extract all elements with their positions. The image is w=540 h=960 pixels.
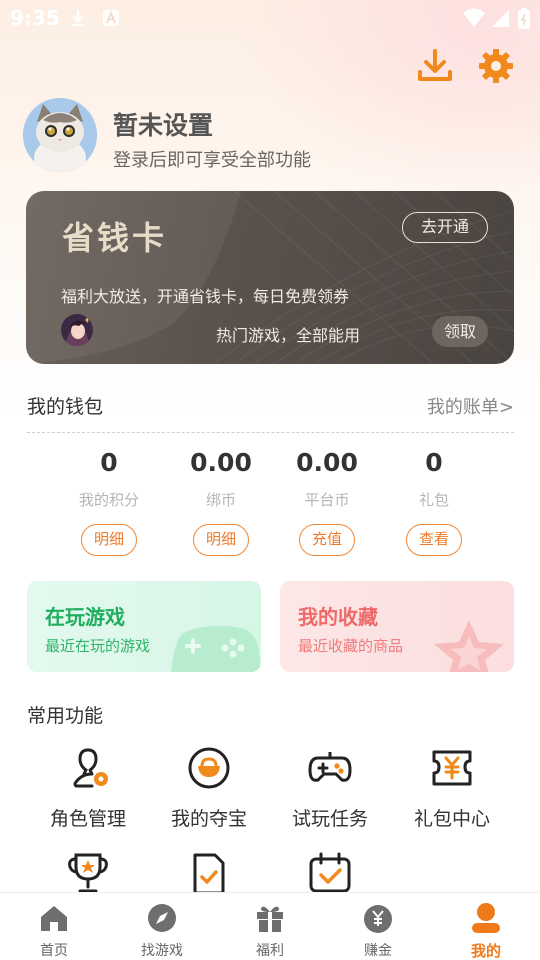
function-gift-center[interactable]: 礼包中心	[392, 746, 512, 831]
wallet-points: 0 我的积分 明细	[54, 448, 164, 556]
gamepad-icon	[308, 752, 352, 782]
wallet-label: 绑币	[205, 491, 236, 509]
wallet-title: 我的钱包	[27, 396, 104, 418]
wallet-bound-coins: 0.00 绑币 明细	[166, 448, 276, 556]
playing-games-card[interactable]: 在玩游戏 最近在玩的游戏	[27, 581, 261, 672]
favorites-title: 我的收藏	[298, 605, 378, 629]
home-icon	[41, 906, 67, 931]
wallet-value: 0	[100, 448, 118, 477]
download-icon[interactable]	[415, 46, 455, 86]
card-hot-text: 热门游戏，全部能用	[216, 326, 361, 345]
ticket-icon	[432, 750, 472, 786]
wallet-label: 平台币	[304, 491, 350, 509]
function-label: 礼包中心	[413, 808, 490, 830]
game-character-icon	[61, 314, 93, 346]
wallet-label: 礼包	[418, 491, 449, 509]
user-icon	[472, 903, 500, 933]
bottom-nav: 首页 找游戏 福利 赚金 我的	[0, 892, 540, 960]
role-icon	[73, 748, 108, 788]
claim-button[interactable]: 领取	[432, 316, 488, 347]
nav-label: 赚金	[364, 943, 392, 959]
profile-name[interactable]: 暂未设置	[113, 106, 213, 142]
star-decoration-icon	[434, 620, 504, 672]
wallet-divider	[27, 432, 514, 433]
wifi-icon	[463, 8, 485, 27]
wallet-value: 0.00	[296, 448, 358, 477]
wallet-platform-coins: 0.00 平台币 充值	[272, 448, 382, 556]
playing-title: 在玩游戏	[45, 605, 125, 629]
recharge-button[interactable]: 充值	[299, 524, 355, 556]
document-check-icon	[193, 853, 225, 895]
gift-icon	[257, 906, 283, 932]
nav-welfare[interactable]: 福利	[216, 893, 324, 960]
function-my-treasure[interactable]: 我的夺宝	[149, 746, 269, 831]
playing-subtitle: 最近在玩的游戏	[45, 637, 151, 655]
function-label: 试玩任务	[291, 808, 368, 830]
nav-label: 首页	[40, 943, 68, 959]
favorites-subtitle: 最近收藏的商品	[298, 637, 404, 655]
wallet-label: 我的积分	[78, 491, 139, 509]
nav-mine[interactable]: 我的	[432, 893, 540, 960]
favorites-card[interactable]: 我的收藏 最近收藏的商品	[280, 581, 514, 672]
battery-icon	[518, 8, 530, 29]
trophy-icon	[68, 853, 108, 893]
function-label: 角色管理	[49, 808, 126, 830]
function-trial-tasks[interactable]: 试玩任务	[270, 746, 390, 831]
wallet-value: 0.00	[190, 448, 252, 477]
text-status-icon	[103, 10, 119, 26]
nav-find-games[interactable]: 找游戏	[108, 893, 216, 960]
functions-title: 常用功能	[27, 705, 104, 727]
game-avatar	[61, 314, 93, 346]
controller-decoration-icon	[171, 625, 261, 672]
open-card-button[interactable]: 去开通	[402, 212, 488, 243]
cat-avatar-icon	[23, 98, 97, 172]
calendar-check-icon	[309, 852, 351, 893]
status-bar: 9:35	[0, 0, 540, 36]
nav-label: 找游戏	[141, 943, 183, 959]
nav-earn[interactable]: 赚金	[324, 893, 432, 960]
download-status-icon	[72, 10, 84, 27]
card-title: 省钱卡	[62, 219, 168, 257]
status-time: 9:35	[10, 6, 60, 30]
card-description: 福利大放送，开通省钱卡，每日免费领券	[61, 287, 350, 306]
compass-icon	[148, 904, 176, 932]
money-bag-icon	[364, 905, 392, 933]
settings-gear-icon[interactable]	[476, 46, 516, 86]
function-label: 我的夺宝	[170, 808, 247, 830]
wallet-value: 0	[425, 448, 443, 477]
bound-coins-detail-button[interactable]: 明细	[193, 524, 249, 556]
my-bill-link[interactable]: 我的账单>	[427, 393, 514, 419]
function-role-management[interactable]: 角色管理	[28, 746, 148, 831]
avatar[interactable]	[23, 98, 97, 172]
nav-label: 福利	[256, 943, 284, 959]
wallet-gift-packs: 0 礼包 查看	[379, 448, 489, 556]
savings-card[interactable]: 省钱卡 去开通 福利大放送，开通省钱卡，每日免费领券 热门游戏，全部能用 领取	[26, 191, 514, 364]
nav-home[interactable]: 首页	[0, 893, 108, 960]
view-gift-button[interactable]: 查看	[406, 524, 462, 556]
treasure-icon	[188, 747, 230, 789]
signal-icon	[492, 10, 509, 27]
points-detail-button[interactable]: 明细	[81, 524, 137, 556]
profile-subtitle: 登录后即可享受全部功能	[113, 150, 311, 171]
nav-label: 我的	[470, 942, 501, 960]
